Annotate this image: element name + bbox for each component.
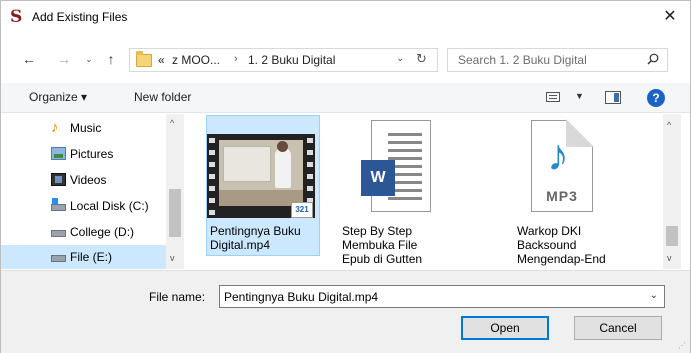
scroll-down-icon[interactable]: v (667, 253, 672, 263)
file-item-mp3[interactable]: ♪ MP3 Warkop DKI Backsound Mengendap-End (511, 114, 629, 269)
app-logo-icon: S (10, 7, 23, 27)
address-dropdown-icon[interactable]: ⌄ (396, 53, 404, 64)
recent-locations-chevron-icon[interactable]: ⌄ (82, 48, 96, 70)
cancel-button[interactable]: Cancel (574, 316, 662, 340)
nav-item-pictures[interactable]: Pictures (1, 142, 166, 166)
media-player-badge-icon: 321 (291, 202, 313, 218)
scroll-up-icon[interactable]: ^ (170, 118, 174, 128)
file-name-label: Warkop DKI Backsound Mengendap-End (517, 224, 606, 266)
scroll-down-icon[interactable]: v (170, 253, 175, 263)
change-view-icon[interactable] (546, 92, 560, 102)
film-strip (207, 134, 217, 218)
word-document-icon: W (361, 120, 433, 214)
add-existing-files-dialog: S Add Existing Files ✕ ← → ⌄ ↑ « z MOO..… (0, 0, 691, 353)
file-name-label: Step By Step Membuka File Epub di Gutten (342, 224, 423, 266)
breadcrumb-overflow[interactable]: « (158, 53, 165, 67)
command-toolbar: Organize ▾ New folder ▼ ? (1, 83, 690, 113)
file-name-input[interactable]: Pentingnya Buku Digital.mp4 ⌄ (219, 285, 665, 308)
dialog-footer: File name: Pentingnya Buku Digital.mp4 ⌄… (1, 270, 690, 353)
disk-icon (51, 230, 66, 237)
windows-disk-icon (51, 198, 66, 211)
nav-item-music[interactable]: ♪ Music (1, 116, 166, 140)
search-icon[interactable] (647, 53, 659, 65)
title-bar: S Add Existing Files ✕ (1, 1, 690, 33)
nav-item-file-e[interactable]: File (E:) (1, 245, 166, 269)
file-item-video[interactable]: 321 Pentingnya Buku Digital.mp4 (191, 114, 320, 269)
dialog-title: Add Existing Files (32, 10, 128, 24)
file-name-label: File name: (149, 290, 206, 304)
file-name-dropdown-icon[interactable]: ⌄ (650, 290, 658, 301)
disk-icon (51, 255, 66, 262)
nav-item-college-d[interactable]: College (D:) (1, 220, 166, 244)
new-folder-button[interactable]: New folder (134, 90, 191, 104)
resize-grip-icon[interactable]: ⋰ (678, 341, 686, 350)
breadcrumb-item[interactable]: 1. 2 Buku Digital (248, 53, 335, 67)
nav-item-label: Videos (70, 173, 107, 187)
nav-item-label: Pictures (70, 147, 114, 161)
music-icon: ♪ (51, 119, 59, 136)
forward-button[interactable]: → (54, 48, 74, 70)
address-row: ← → ⌄ ↑ « z MOO... › 1. 2 Buku Digital ⌄… (1, 45, 690, 73)
breadcrumb-separator-icon[interactable]: › (234, 53, 238, 65)
nav-item-label: File (E:) (70, 250, 112, 264)
file-list: 321 Pentingnya Buku Digital.mp4 W Step B… (191, 114, 661, 269)
folder-icon (136, 51, 152, 67)
videos-icon (51, 173, 66, 186)
close-button[interactable]: ✕ (650, 1, 690, 33)
nav-item-label: College (D:) (70, 225, 135, 239)
file-list-scrollbar[interactable]: ^ v (663, 114, 681, 269)
help-icon[interactable]: ? (647, 89, 665, 107)
up-folder-button[interactable]: ↑ (101, 48, 121, 70)
open-button[interactable]: Open (461, 316, 549, 340)
nav-item-label: Local Disk (C:) (70, 199, 149, 213)
scroll-up-icon[interactable]: ^ (667, 120, 671, 130)
navigation-pane: ♪ Music Pictures Videos Local Disk (C:) … (1, 114, 187, 269)
nav-item-videos[interactable]: Videos (1, 168, 166, 192)
back-button[interactable]: ← (19, 48, 39, 70)
file-item-word-document[interactable]: W Step By Step Membuka File Epub di Gutt… (342, 114, 464, 269)
address-bar[interactable]: « z MOO... › 1. 2 Buku Digital ⌄ ↻ (129, 48, 438, 72)
nav-item-local-disk-c[interactable]: Local Disk (C:) (1, 194, 166, 218)
preview-pane-icon[interactable] (605, 91, 621, 104)
search-input[interactable]: Search 1. 2 Buku Digital (447, 48, 668, 72)
nav-item-label: Music (70, 121, 102, 135)
file-name-value[interactable]: Pentingnya Buku Digital.mp4 (224, 290, 378, 304)
mp3-audio-icon: ♪ MP3 (531, 119, 594, 212)
view-options-dropdown-icon[interactable]: ▼ (575, 91, 584, 101)
pictures-icon (51, 147, 66, 160)
search-placeholder: Search 1. 2 Buku Digital (458, 53, 587, 67)
scrollbar-thumb[interactable] (666, 226, 678, 246)
scrollbar-thumb[interactable] (169, 189, 181, 237)
file-name-label: Pentingnya Buku Digital.mp4 (210, 224, 301, 252)
nav-pane-scrollbar[interactable]: ^ v (166, 114, 184, 269)
breadcrumb-item[interactable]: z MOO... (172, 53, 220, 67)
video-thumbnail: 321 (207, 134, 315, 218)
refresh-icon[interactable]: ↻ (416, 51, 427, 67)
organize-menu-button[interactable]: Organize ▾ (29, 90, 87, 104)
video-frame-image (219, 140, 303, 206)
